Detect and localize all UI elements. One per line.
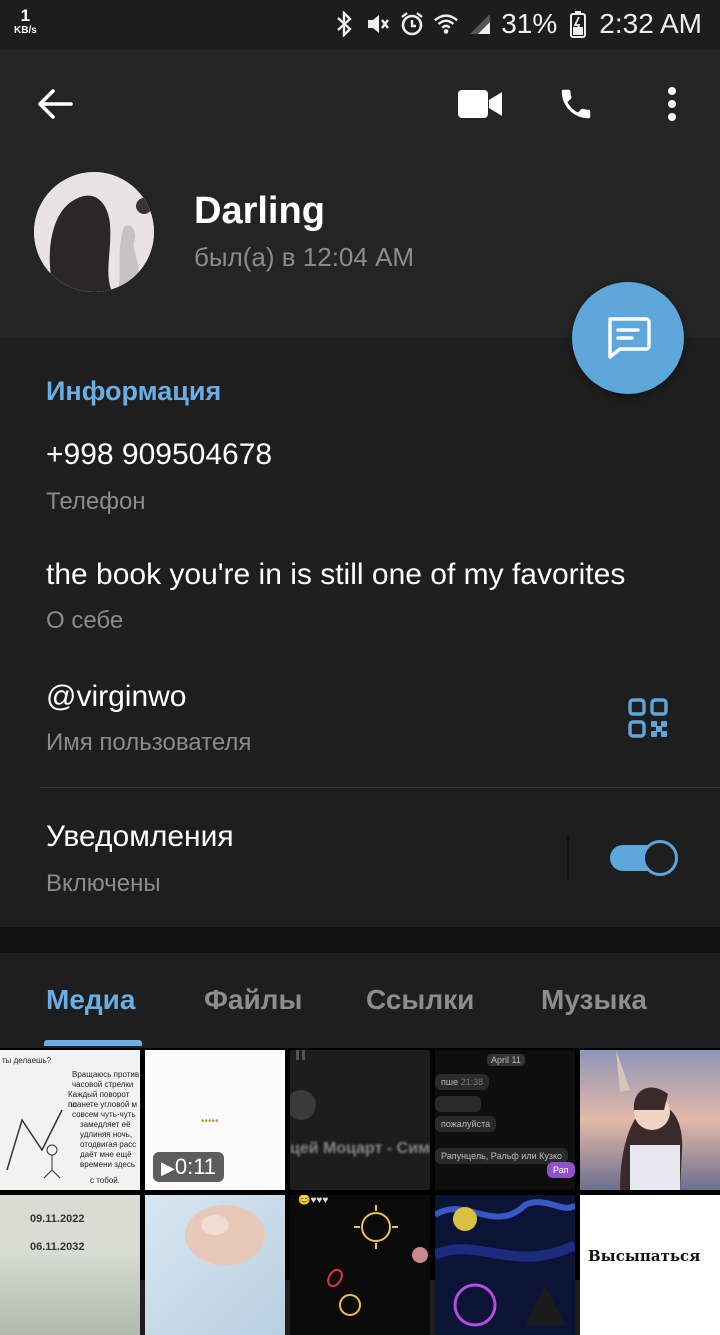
username[interactable]: @virginwo	[46, 680, 187, 714]
media-grid: ты делаешь? Вращаюсь против часовой стре…	[0, 1048, 720, 1335]
divider	[40, 787, 720, 788]
media-thumb[interactable]: April 11 пше 21:38 пожалуйста Рапунцель,…	[435, 1050, 575, 1190]
tab-media[interactable]: Медиа	[46, 984, 135, 1016]
video-camera-icon	[458, 90, 502, 118]
qr-code-icon	[628, 698, 668, 738]
mute-icon	[365, 11, 391, 37]
signal-icon	[467, 11, 493, 37]
active-tab-indicator	[44, 1040, 142, 1046]
wifi-icon	[433, 11, 459, 37]
battery-percent: 31%	[501, 8, 558, 39]
battery-charging-icon	[565, 11, 591, 38]
username-label: Имя пользователя	[46, 729, 252, 756]
media-thumb[interactable]: 09.11.2022 06.11.2032	[0, 1195, 140, 1335]
arrow-back-icon	[38, 89, 73, 119]
bluetooth-icon	[331, 11, 357, 37]
tab-links[interactable]: Ссылки	[366, 984, 474, 1016]
message-icon	[608, 317, 651, 359]
video-duration: ▶0:11	[153, 1152, 225, 1182]
clock: 2:32 AM	[599, 8, 702, 39]
back-button[interactable]	[25, 74, 85, 134]
section-gap	[0, 927, 720, 953]
phone-number[interactable]: +998 909504678	[46, 438, 272, 472]
video-call-button[interactable]	[450, 74, 510, 134]
bio-text[interactable]: the book you're in is still one of my fa…	[46, 558, 625, 592]
network-speed: 1 KB/s	[14, 6, 37, 36]
video-thumb[interactable]: ••••• ▶0:11	[145, 1050, 285, 1190]
media-thumb[interactable]	[580, 1050, 720, 1190]
more-options-button[interactable]	[642, 74, 702, 134]
status-bar: 1 KB/s 31% 2:32 AM	[0, 0, 720, 50]
media-thumb[interactable]	[145, 1195, 285, 1335]
tab-music[interactable]: Музыка	[541, 984, 647, 1016]
media-thumb[interactable]: Высыпаться	[580, 1195, 720, 1335]
tab-files[interactable]: Файлы	[204, 984, 302, 1016]
toggle-knob	[642, 840, 678, 876]
send-message-button[interactable]	[572, 282, 684, 394]
separator-line	[567, 836, 569, 880]
qr-code-button[interactable]	[628, 698, 668, 738]
more-vert-icon	[668, 87, 676, 121]
notifications-toggle[interactable]	[610, 840, 678, 876]
info-section-title: Информация	[46, 376, 222, 406]
avatar[interactable]	[34, 172, 154, 292]
notifications-title[interactable]: Уведомления	[46, 820, 234, 854]
phone-icon	[561, 89, 591, 119]
phone-label: Телефон	[46, 488, 146, 515]
voice-call-button[interactable]	[546, 74, 606, 134]
media-thumb[interactable]: цей Моцарт - Симф	[290, 1050, 430, 1190]
alarm-icon	[399, 11, 425, 37]
last-seen-status: был(а) в 12:04 AM	[194, 242, 415, 272]
media-thumb[interactable]: 😊♥♥♥	[290, 1195, 430, 1335]
contact-name: Darling	[194, 190, 325, 232]
notifications-state: Включены	[46, 870, 161, 897]
media-thumb[interactable]: ты делаешь? Вращаюсь против часовой стре…	[0, 1050, 140, 1190]
bio-label: О себе	[46, 607, 124, 634]
media-thumb[interactable]	[435, 1195, 575, 1335]
